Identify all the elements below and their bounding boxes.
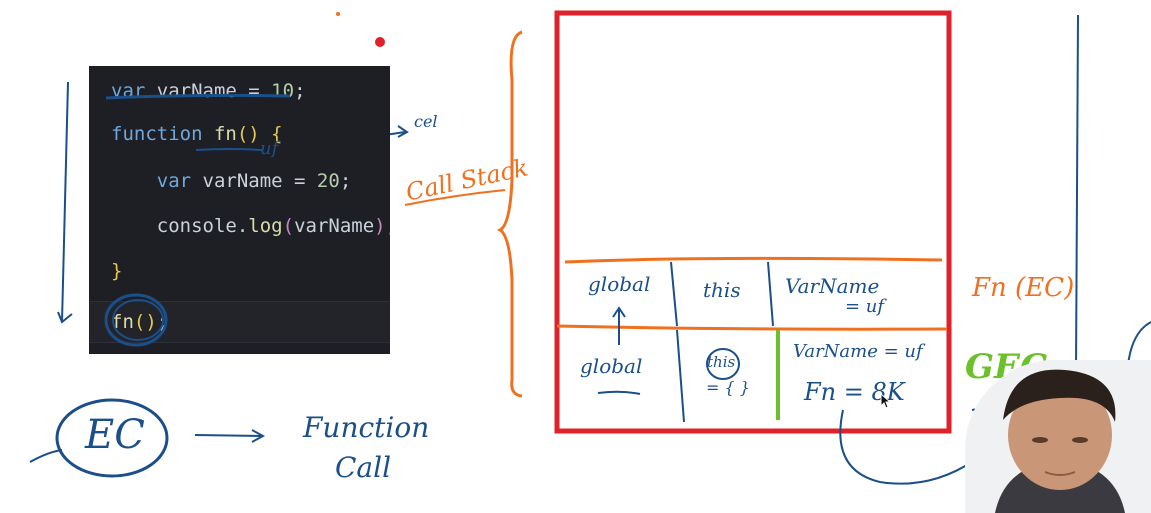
presenter-avatar — [965, 360, 1151, 513]
code-token: 10 — [271, 80, 295, 102]
presenter-webcam — [965, 360, 1151, 513]
code-token: fn — [213, 123, 237, 145]
gec-frame-sep-1 — [676, 329, 685, 423]
left-arrowhead — [57, 311, 73, 324]
code-editor: var varName = 10; function fn() { var va… — [89, 66, 390, 354]
code-token: ; — [156, 311, 169, 333]
orange-dot — [336, 12, 340, 16]
code-token: ; — [386, 215, 390, 237]
code-line: console.log(varName); — [89, 211, 390, 241]
cel-label: cel — [414, 112, 438, 131]
code-line: function fn() { — [89, 119, 390, 149]
code-token: ) — [374, 215, 386, 237]
ec-label: EC — [85, 412, 145, 458]
code-token: varName — [294, 215, 375, 237]
gec-frame-this-2: = { } — [706, 378, 750, 397]
fn-frame-this: this — [703, 278, 741, 302]
fn-frame-top-line — [564, 256, 943, 264]
global-underline — [597, 390, 641, 395]
fn-frame-sep-2 — [767, 261, 774, 327]
fn-frame-scope: global — [588, 272, 651, 296]
code-line: var varName = 10; — [89, 76, 390, 106]
code-line: var varName = 20; — [89, 166, 390, 196]
code-token: = — [282, 170, 317, 192]
code-token: fn — [111, 311, 134, 333]
ec-arrow — [194, 434, 263, 437]
mouse-cursor-icon — [880, 393, 892, 409]
code-token: () — [133, 311, 157, 333]
left-bracket-outer — [61, 81, 69, 323]
gec-frame-vars-1: VarName = uf — [793, 341, 923, 362]
uf-label: uf — [260, 138, 279, 159]
code-token: . — [236, 215, 249, 237]
code-token: var — [111, 80, 157, 102]
gec-frame-scope: global — [580, 354, 643, 378]
function-call-label-2: Call — [335, 451, 392, 484]
call-stack-brace — [496, 30, 523, 398]
heap-reference-curve — [839, 409, 976, 485]
code-token: 20 — [316, 170, 340, 192]
code-token: console — [111, 215, 237, 237]
fn-ec-label: Fn (EC) — [972, 273, 1075, 303]
code-token: function — [111, 123, 214, 145]
code-token: } — [111, 260, 123, 282]
code-token: ; — [339, 170, 352, 192]
right-divider — [1075, 14, 1079, 371]
code-token: var — [111, 170, 203, 192]
code-token: log — [248, 215, 283, 237]
fn-frame-vars-1: VarName — [785, 274, 880, 298]
ec-tail — [29, 449, 63, 463]
code-line: } — [89, 256, 390, 286]
fn-frame-sep-1 — [670, 261, 678, 327]
right-edge-curve — [1127, 321, 1151, 366]
code-line-current: fn(); — [89, 301, 390, 343]
code-token: varName — [202, 170, 283, 192]
fn-frame-vars-2: = uf — [845, 296, 885, 317]
code-token: ; — [294, 80, 306, 102]
code-token: ( — [282, 215, 295, 237]
code-token: = — [236, 80, 272, 102]
function-call-label-1: Function — [303, 411, 430, 444]
red-dot — [375, 37, 385, 47]
frame-divider-line — [556, 324, 948, 331]
code-token: varName — [156, 80, 237, 102]
gec-frame-this-1: this — [707, 353, 736, 371]
